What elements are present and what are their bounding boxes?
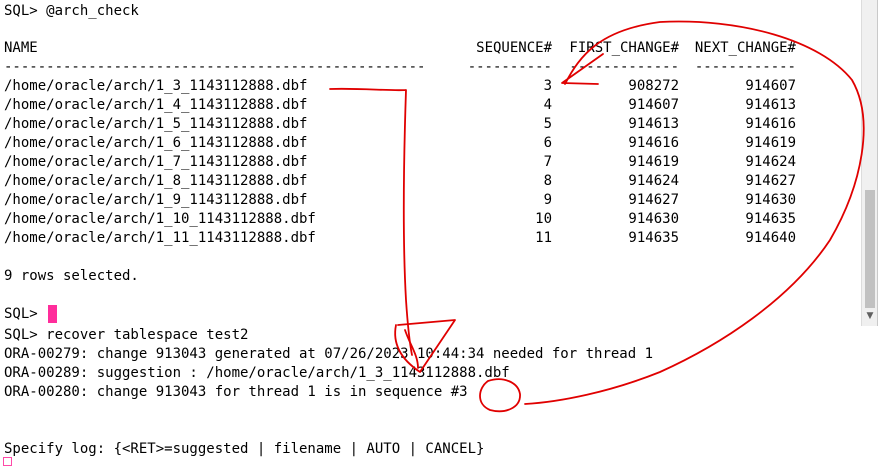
separator-first-change: ------------- (569, 59, 679, 75)
ora-00279-line: ORA-00279: change 913043 generated at 07… (4, 346, 654, 362)
vertical-scrollbar[interactable]: ▼ (861, 0, 877, 326)
column-header-sequence: SEQUENCE# (476, 40, 552, 56)
scroll-down-arrow-icon[interactable]: ▼ (865, 311, 875, 321)
sql-prompt[interactable]: SQL> (4, 305, 38, 324)
terminal-output-top[interactable]: SQL> @arch_check NAME SEQUENCE# FIRST_CH… (0, 0, 878, 327)
row-next-change: 914619 (745, 135, 796, 151)
row-name: /home/oracle/arch/1_7_1143112888.dbf (4, 154, 308, 170)
row-first-change: 914624 (628, 173, 679, 189)
row-next-change: 914635 (745, 211, 796, 227)
row-first-change: 914619 (628, 154, 679, 170)
scrollbar-thumb[interactable] (865, 190, 875, 308)
row-sequence: 11 (535, 230, 552, 246)
row-name: /home/oracle/arch/1_9_1143112888.dbf (4, 192, 308, 208)
row-first-change: 914635 (628, 230, 679, 246)
row-first-change: 914616 (628, 135, 679, 151)
row-name: /home/oracle/arch/1_8_1143112888.dbf (4, 173, 308, 189)
row-next-change: 914616 (745, 116, 796, 132)
command-line: SQL> @arch_check (4, 3, 139, 19)
recover-command-line: SQL> recover tablespace test2 (4, 327, 249, 343)
row-sequence: 9 (543, 192, 552, 208)
row-sequence: 4 (543, 97, 552, 113)
row-next-change: 914630 (745, 192, 796, 208)
row-next-change: 914627 (745, 173, 796, 189)
row-next-change: 914624 (745, 154, 796, 170)
row-first-change: 914630 (628, 211, 679, 227)
row-name: /home/oracle/arch/1_6_1143112888.dbf (4, 135, 308, 151)
text-cursor (48, 305, 57, 323)
row-sequence: 8 (543, 173, 552, 189)
ora-00280-line: ORA-00280: change 913043 for thread 1 is… (4, 384, 468, 400)
separator-next-change: ------------ (694, 59, 796, 75)
row-sequence: 3 (543, 78, 552, 94)
ora-00289-line: ORA-00289: suggestion : /home/oracle/arc… (4, 365, 510, 381)
row-sequence: 10 (535, 211, 552, 227)
column-header-first-change: FIRST_CHANGE# (569, 40, 679, 56)
column-header-name: NAME (4, 40, 38, 56)
terminal-output-bottom[interactable]: SQL> recover tablespace test2 ORA-00279:… (0, 326, 885, 466)
column-header-next-change: NEXT_CHANGE# (694, 40, 796, 56)
row-next-change: 914613 (745, 97, 796, 113)
separator-sequence: ---------- (467, 59, 552, 75)
input-cursor (3, 457, 12, 466)
row-first-change: 914607 (628, 97, 679, 113)
row-first-change: 914627 (628, 192, 679, 208)
row-name: /home/oracle/arch/1_4_1143112888.dbf (4, 97, 308, 113)
rows-selected-message: 9 rows selected. (4, 268, 139, 284)
row-first-change: 908272 (628, 78, 679, 94)
row-name: /home/oracle/arch/1_10_1143112888.dbf (4, 211, 316, 227)
separator-name: ----------------------------------------… (4, 59, 426, 75)
row-name: /home/oracle/arch/1_5_1143112888.dbf (4, 116, 308, 132)
row-sequence: 6 (543, 135, 552, 151)
row-next-change: 914607 (745, 78, 796, 94)
row-first-change: 914613 (628, 116, 679, 132)
row-sequence: 5 (543, 116, 552, 132)
row-sequence: 7 (543, 154, 552, 170)
row-name: /home/oracle/arch/1_11_1143112888.dbf (4, 230, 316, 246)
row-name: /home/oracle/arch/1_3_1143112888.dbf (4, 78, 308, 94)
row-next-change: 914640 (745, 230, 796, 246)
specify-log-prompt[interactable]: Specify log: {<RET>=suggested | filename… (4, 440, 484, 459)
